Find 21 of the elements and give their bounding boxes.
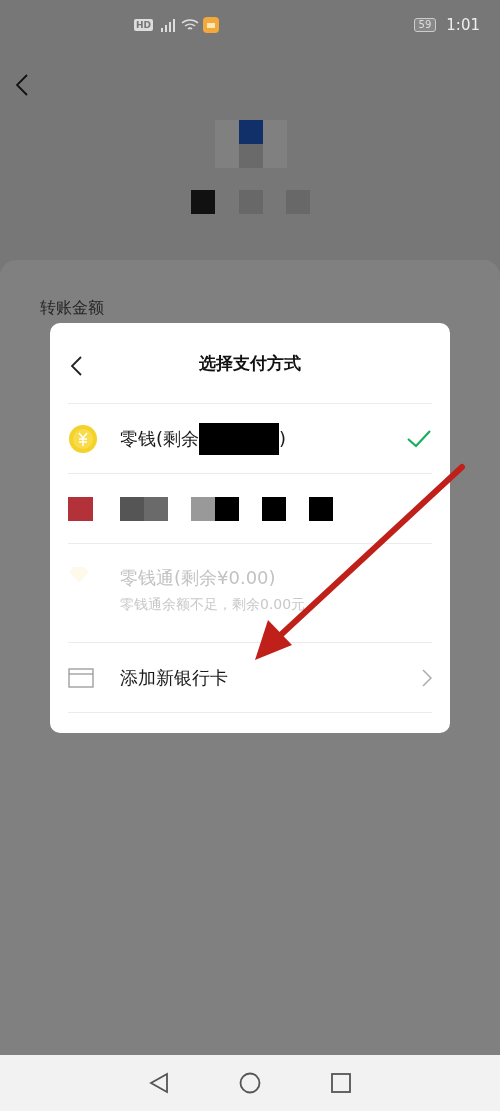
dialog-title: 选择支付方式 [199,351,301,375]
check-icon [406,428,432,449]
recents-nav-icon[interactable] [331,1073,351,1093]
wifi-icon [181,18,199,32]
amount-label: 转账金额 [40,298,104,319]
method-label: 添加新银行卡 [120,665,229,690]
coin-icon [68,423,98,454]
method-label: 零钱通(剩余¥0.00) [120,566,277,590]
payment-method-row[interactable]: 零钱(剩余 ) [68,403,432,473]
home-nav-icon[interactable] [239,1072,261,1094]
chevron-right-icon [422,668,432,687]
back-icon[interactable] [70,356,82,376]
app-notification-icon [203,17,219,33]
card-icon [68,667,94,688]
clock: 1:01 [446,16,480,34]
method-label: ) [279,428,287,449]
battery-icon: 59 [413,18,437,32]
method-label: 零钱(剩余 [120,426,200,451]
back-nav-icon[interactable] [149,1072,169,1094]
bank-logo-icon [68,496,93,521]
hd-icon: HD [134,19,153,31]
